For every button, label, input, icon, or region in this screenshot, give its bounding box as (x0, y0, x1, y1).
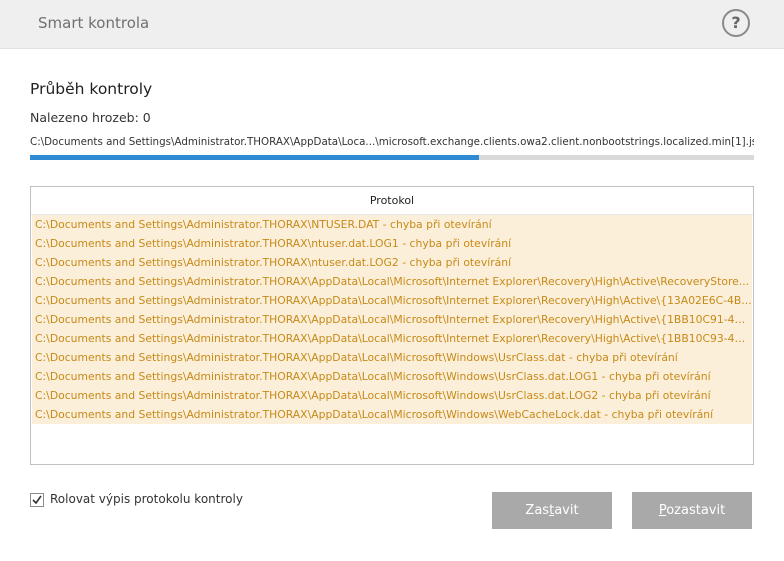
stop-button-label-end: avit (554, 503, 579, 518)
log-entry: C:\Documents and Settings\Administrator.… (32, 234, 752, 253)
log-entry: C:\Documents and Settings\Administrator.… (32, 253, 752, 272)
threats-found-count: Nalezeno hrozeb: 0 (30, 110, 151, 125)
log-entry: C:\Documents and Settings\Administrator.… (32, 367, 752, 386)
window-title: Smart kontrola (38, 14, 150, 32)
log-entries-list: C:\Documents and Settings\Administrator.… (31, 215, 753, 424)
log-column-header: Protokol (31, 187, 753, 215)
stop-button-label-start: Zas (525, 503, 550, 518)
scroll-log-checkbox[interactable] (30, 493, 44, 507)
log-entry: C:\Documents and Settings\Administrator.… (32, 291, 752, 310)
log-entry: C:\Documents and Settings\Administrator.… (32, 386, 752, 405)
scroll-log-label: Rolovat výpis protokolu kontroly (50, 492, 243, 506)
scan-progress-bar (30, 155, 754, 160)
scan-progress-heading: Průběh kontroly (30, 80, 153, 98)
log-entry: C:\Documents and Settings\Administrator.… (32, 272, 752, 291)
log-entry: C:\Documents and Settings\Administrator.… (32, 215, 752, 234)
help-icon[interactable]: ? (722, 9, 750, 37)
pause-button[interactable]: Pozastavit (632, 492, 752, 529)
title-bar: Smart kontrola ? (0, 0, 784, 49)
log-entry: C:\Documents and Settings\Administrator.… (32, 329, 752, 348)
log-entry: C:\Documents and Settings\Administrator.… (32, 310, 752, 329)
checkmark-icon (32, 495, 42, 505)
scan-progress-fill (30, 155, 479, 160)
scan-log-panel[interactable]: Protokol C:\Documents and Settings\Admin… (30, 186, 754, 465)
stop-button[interactable]: Zastavit (492, 492, 612, 529)
log-entry: C:\Documents and Settings\Administrator.… (32, 405, 752, 424)
current-scan-path: C:\Documents and Settings\Administrator.… (30, 136, 754, 148)
pause-button-label-end: ozastavit (666, 503, 726, 518)
log-entry: C:\Documents and Settings\Administrator.… (32, 348, 752, 367)
